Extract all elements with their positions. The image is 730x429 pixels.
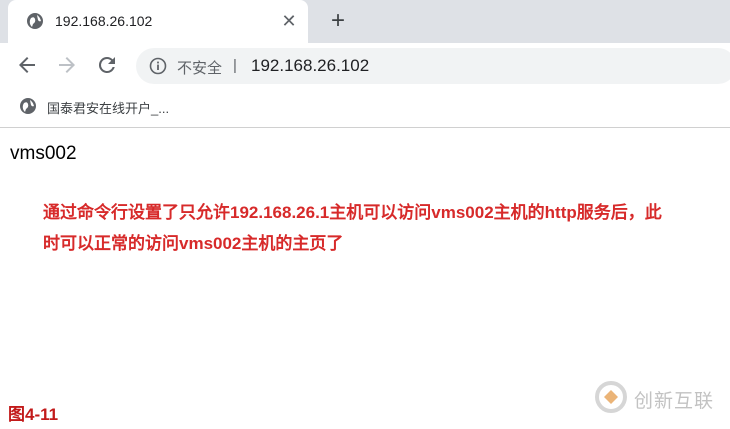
browser-toolbar: 不安全 | 192.168.26.102	[0, 43, 730, 88]
new-tab-button[interactable]: +	[326, 9, 350, 33]
annotation-line: 通过命令行设置了只允许192.168.26.1主机可以访问vms002主机的ht…	[43, 203, 662, 222]
security-status-label[interactable]: 不安全	[177, 57, 222, 78]
forward-arrow-icon[interactable]	[55, 53, 79, 77]
reload-icon[interactable]	[95, 53, 119, 77]
watermark-logo-icon	[595, 381, 627, 413]
close-tab-icon[interactable]: ✕	[280, 12, 298, 30]
figure-label: 图4-11	[8, 405, 59, 424]
annotation-line: 时可以正常的访问vms002主机的主页了	[43, 234, 344, 253]
watermark: 创新互联	[592, 378, 727, 418]
address-bar[interactable]: 不安全 | 192.168.26.102	[136, 48, 730, 84]
tab-strip: 192.168.26.102 ✕ +	[0, 0, 730, 43]
omnibox-separator: |	[233, 57, 237, 74]
browser-tab[interactable]: 192.168.26.102 ✕	[8, 0, 308, 43]
globe-icon	[27, 13, 43, 29]
tab-title: 192.168.26.102	[55, 13, 153, 29]
url-text[interactable]: 192.168.26.102	[251, 56, 369, 76]
bookmark-label: 国泰君安在线开户_...	[47, 101, 170, 116]
globe-icon	[20, 98, 36, 114]
bookmarks-bar: 国泰君安在线开户_...	[0, 88, 730, 128]
page-heading: vms002	[10, 143, 77, 164]
watermark-text: 创新互联	[634, 391, 715, 412]
annotation-text: 通过命令行设置了只允许192.168.26.1主机可以访问vms002主机的ht…	[43, 197, 723, 259]
info-icon[interactable]	[149, 57, 167, 75]
back-arrow-icon[interactable]	[15, 53, 39, 77]
